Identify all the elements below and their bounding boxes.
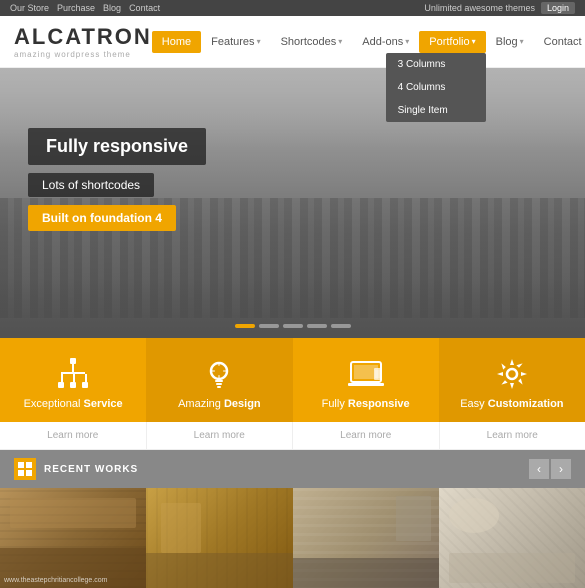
nav-portfolio[interactable]: Portfolio ▾ bbox=[419, 31, 485, 53]
shortcodes-arrow-icon: ▾ bbox=[338, 37, 342, 46]
recent-works-header: RECENT WORKS ‹ › bbox=[0, 450, 585, 488]
learn-more-4[interactable]: Learn more bbox=[440, 422, 585, 449]
hero-dots bbox=[235, 324, 351, 328]
nav-contact[interactable]: Contact bbox=[534, 31, 585, 53]
portfolio-thumb-2[interactable] bbox=[146, 488, 292, 588]
recent-works-title: RECENT WORKS bbox=[44, 464, 138, 475]
feature-customization-label: Easy Customization bbox=[460, 398, 563, 410]
feature-responsive: Fully Responsive bbox=[293, 338, 439, 422]
topbar-link-purchase[interactable]: Purchase bbox=[57, 3, 95, 13]
topbar-link-blog[interactable]: Blog bbox=[103, 3, 121, 13]
hero-dot-1[interactable] bbox=[235, 324, 255, 328]
topbar-link-contact[interactable]: Contact bbox=[129, 3, 160, 13]
dropdown-4col[interactable]: 4 Columns bbox=[386, 76, 486, 99]
hero-dot-5[interactable] bbox=[331, 324, 351, 328]
recent-works-icon bbox=[14, 458, 36, 480]
feature-customization: Easy Customization bbox=[439, 338, 585, 422]
portfolio-dropdown-menu: 3 Columns 4 Columns Single Item bbox=[386, 53, 486, 122]
features-arrow-icon: ▾ bbox=[257, 37, 261, 46]
hero-dot-4[interactable] bbox=[307, 324, 327, 328]
blog-arrow-icon: ▾ bbox=[520, 37, 524, 46]
prev-arrow[interactable]: ‹ bbox=[529, 459, 549, 479]
learn-more-3[interactable]: Learn more bbox=[293, 422, 440, 449]
feature-service-label: Exceptional Service bbox=[24, 398, 123, 410]
top-bar: Our Store Purchase Blog Contact Unlimite… bbox=[0, 0, 585, 16]
topbar-tagline: Unlimited awesome themes bbox=[424, 3, 535, 13]
portfolio-arrow-icon: ▾ bbox=[472, 37, 476, 46]
network-icon bbox=[55, 356, 91, 392]
feature-service: Exceptional Service bbox=[0, 338, 146, 422]
logo-subtitle: amazing wordpress theme bbox=[14, 50, 152, 59]
addons-arrow-icon: ▾ bbox=[405, 37, 409, 46]
hero-dot-2[interactable] bbox=[259, 324, 279, 328]
top-bar-links: Our Store Purchase Blog Contact bbox=[10, 3, 160, 13]
hero-badge-responsive: Fully responsive bbox=[28, 128, 206, 165]
nav-features[interactable]: Features ▾ bbox=[201, 31, 270, 53]
feature-boxes: Exceptional Service Amazing Design bbox=[0, 338, 585, 422]
gear-icon bbox=[494, 356, 530, 392]
logo[interactable]: ALCATRON amazing wordpress theme bbox=[14, 24, 152, 59]
hero-badge-shortcodes: Lots of shortcodes bbox=[28, 173, 154, 197]
next-arrow[interactable]: › bbox=[551, 459, 571, 479]
portfolio-thumb-3[interactable] bbox=[293, 488, 439, 588]
feature-design-label: Amazing Design bbox=[178, 398, 261, 410]
nav-portfolio-dropdown: Portfolio ▾ 3 Columns 4 Columns Single I… bbox=[419, 31, 485, 53]
recent-works-label: RECENT WORKS bbox=[14, 458, 138, 480]
hero-section: Fully responsive Lots of shortcodes Buil… bbox=[0, 68, 585, 338]
portfolio-thumbnails: www.theastepchritiancollege.com bbox=[0, 488, 585, 588]
feature-design: Amazing Design bbox=[146, 338, 292, 422]
hero-dot-3[interactable] bbox=[283, 324, 303, 328]
nav-addons[interactable]: Add-ons ▾ bbox=[352, 31, 419, 53]
login-button[interactable]: Login bbox=[541, 2, 575, 14]
dropdown-3col[interactable]: 3 Columns bbox=[386, 53, 486, 76]
learn-more-section: Learn more Learn more Learn more Learn m… bbox=[0, 422, 585, 450]
laptop-icon bbox=[348, 356, 384, 392]
main-nav: Home Features ▾ Shortcodes ▾ Add-ons ▾ P… bbox=[152, 31, 585, 53]
dropdown-single[interactable]: Single Item bbox=[386, 99, 486, 122]
feature-responsive-label: Fully Responsive bbox=[322, 398, 410, 410]
hero-content: Fully responsive Lots of shortcodes Buil… bbox=[28, 128, 206, 231]
top-bar-right: Unlimited awesome themes Login bbox=[424, 2, 575, 14]
topbar-link-store[interactable]: Our Store bbox=[10, 3, 49, 13]
logo-title: ALCATRON bbox=[14, 24, 152, 50]
learn-more-2[interactable]: Learn more bbox=[147, 422, 294, 449]
portfolio-thumb-1[interactable]: www.theastepchritiancollege.com bbox=[0, 488, 146, 588]
hero-cta-button[interactable]: Built on foundation 4 bbox=[28, 205, 176, 231]
watermark-1: www.theastepchritiancollege.com bbox=[4, 577, 108, 584]
portfolio-thumb-4[interactable] bbox=[439, 488, 585, 588]
learn-more-1[interactable]: Learn more bbox=[0, 422, 147, 449]
nav-home[interactable]: Home bbox=[152, 31, 201, 53]
bulb-icon bbox=[201, 356, 237, 392]
nav-shortcodes[interactable]: Shortcodes ▾ bbox=[271, 31, 353, 53]
site-header: ALCATRON amazing wordpress theme Home Fe… bbox=[0, 16, 585, 68]
nav-blog[interactable]: Blog ▾ bbox=[486, 31, 534, 53]
recent-works-arrows: ‹ › bbox=[529, 459, 571, 479]
